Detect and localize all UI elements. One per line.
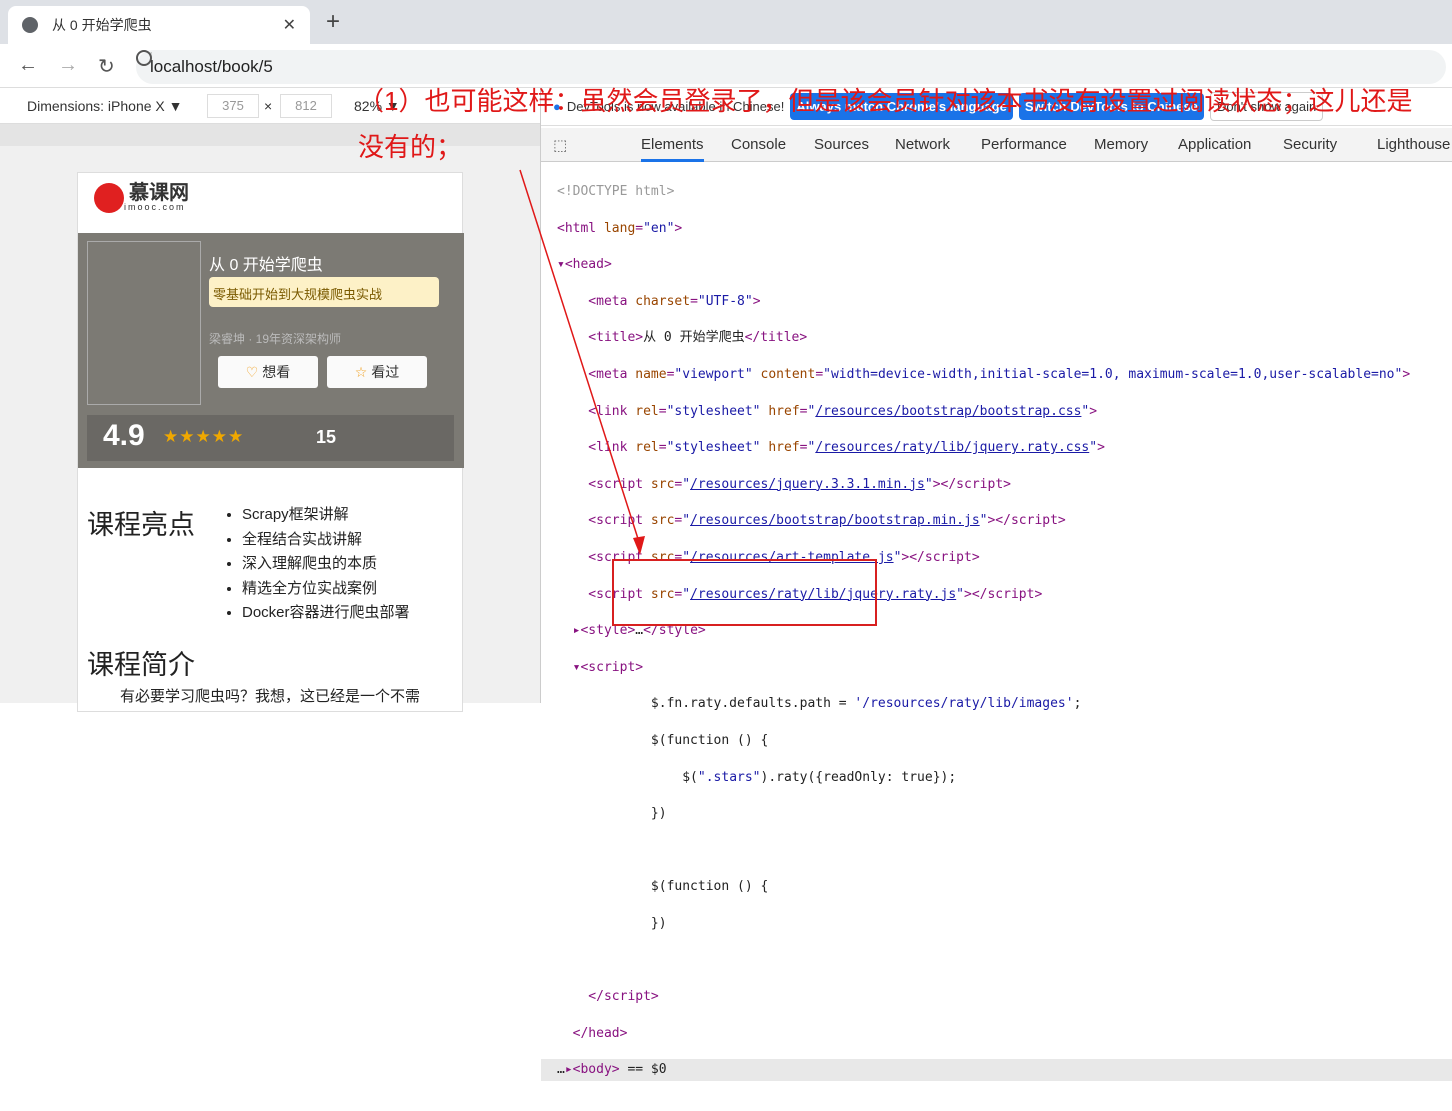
script-line — [541, 840, 1452, 862]
dom-node[interactable]: </script> — [541, 986, 1452, 1008]
dom-node-selected[interactable]: …▸<body> == $0 — [541, 1059, 1452, 1081]
annotation-text: （1）也可能这样：虽然会员登录了，但是该会员针对该本书没有设置过阅读状态；这儿还… — [358, 86, 1413, 162]
script-line: $(".stars").raty({readOnly: true}); — [557, 769, 957, 785]
script-line: }) — [557, 915, 667, 931]
script-line: $(function () { — [557, 732, 769, 748]
script-line — [541, 949, 1452, 971]
dom-node[interactable]: </head> — [541, 1023, 1452, 1045]
script-line: $(function () { — [557, 879, 769, 895]
script-line: }) — [557, 806, 667, 822]
